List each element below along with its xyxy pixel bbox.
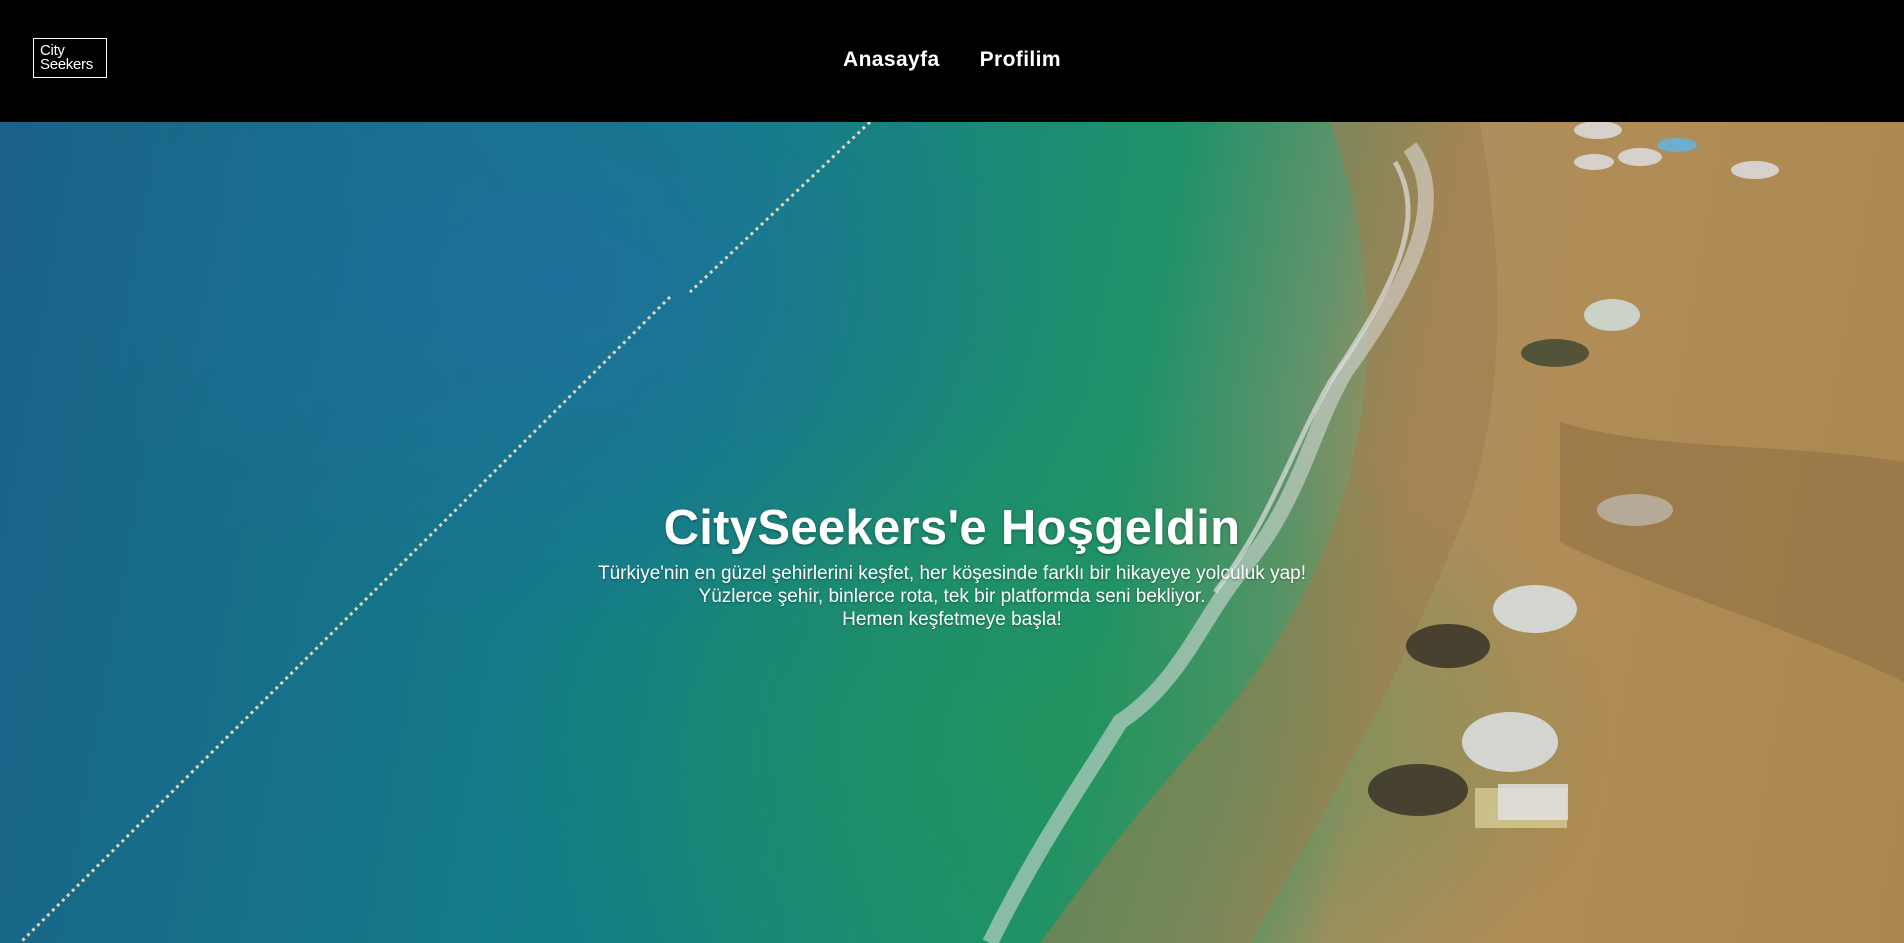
- hero-subtitle: Türkiye'nin en güzel şehirlerini keşfet,…: [0, 562, 1904, 631]
- nav-link-profile[interactable]: Profilim: [980, 48, 1061, 72]
- main-nav: Anasayfa Profilim: [0, 48, 1904, 72]
- nav-link-home[interactable]: Anasayfa: [843, 48, 940, 72]
- hero-subtitle-line-1: Türkiye'nin en güzel şehirlerini keşfet,…: [597, 563, 1307, 584]
- hero-subtitle-line-2: Yüzlerce şehir, binlerce rota, tek bir p…: [698, 586, 1206, 607]
- navbar: City Seekers Anasayfa Profilim: [0, 0, 1904, 122]
- hero-title: CitySeekers'e Hoşgeldin: [663, 501, 1241, 555]
- hero-section: CitySeekers'e Hoşgeldin Türkiye'nin en g…: [0, 122, 1904, 943]
- hero-subtitle-line-3: Hemen keşfetmeye başla!: [842, 609, 1062, 630]
- hero-content: CitySeekers'e Hoşgeldin Türkiye'nin en g…: [0, 500, 1904, 631]
